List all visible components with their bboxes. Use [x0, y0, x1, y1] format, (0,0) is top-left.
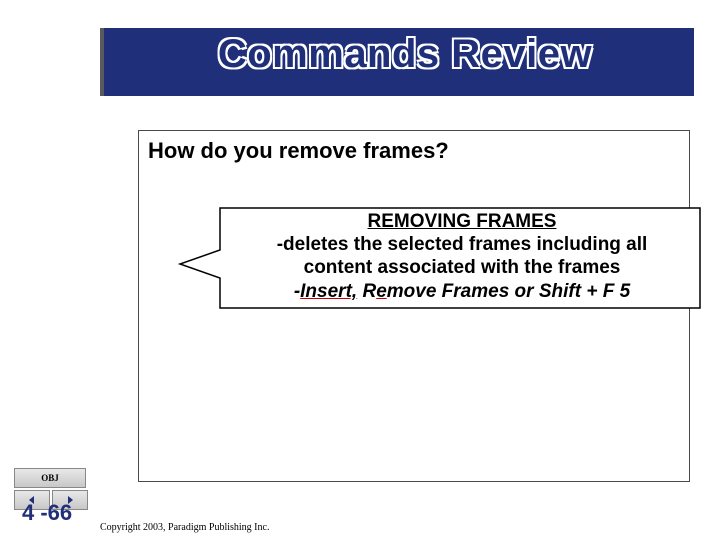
slide-title: Commands Review [120, 32, 690, 77]
callout-line1: -deletes the selected frames including a… [277, 234, 648, 255]
page-number: 4 -66 [22, 500, 72, 526]
callout-heading: REMOVING FRAMES [368, 211, 557, 232]
callout-line2: content associated with the frames [304, 257, 621, 278]
callout-content: REMOVING FRAMES -deletes the selected fr… [220, 210, 704, 303]
obj-button[interactable]: OBJ [14, 468, 86, 488]
callout-line3: -Insert, Remove Frames or Shift + F 5 [294, 281, 630, 302]
slide: Commands Review How do you remove frames… [0, 0, 720, 540]
copyright-text: Copyright 2003, Paradigm Publishing Inc. [100, 522, 269, 533]
question-text: How do you remove frames? [148, 138, 449, 164]
